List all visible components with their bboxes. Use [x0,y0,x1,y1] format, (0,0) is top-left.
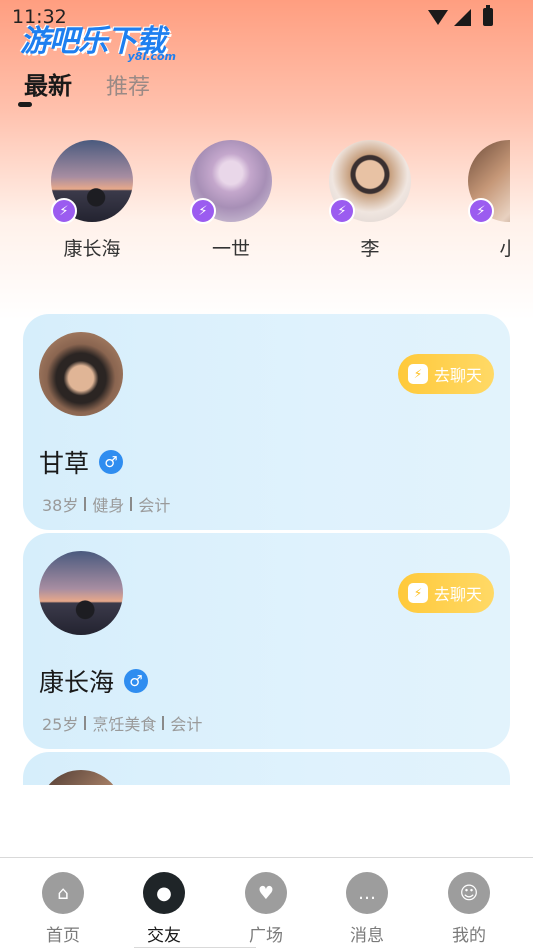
story-item[interactable]: ⚡ 一世 [181,140,281,261]
person-icon: ☺ [448,872,490,914]
nav-label: 我的 [452,926,486,946]
user-age: 38岁 [42,496,79,515]
chat-lightning-icon: ⚡ [407,364,428,384]
lightning-badge-icon: ⚡ [190,198,216,224]
tab-latest[interactable]: 最新 [24,66,72,101]
avatar: ⚡ [190,140,272,224]
user-name: 康长海 [39,668,115,697]
avatar[interactable] [39,770,123,785]
male-icon: ♂ [124,669,149,693]
lightning-badge-icon: ⚡ [329,198,355,224]
male-icon: ♂ [99,450,124,474]
user-name: 甘草 [39,449,90,478]
nav-label: 首页 [46,926,80,946]
watermark-logo: 游吧乐下载 y8l.com [20,16,190,66]
nav-profile[interactable]: ☺ 我的 [429,872,509,946]
nav-home[interactable]: ⌂ 首页 [23,872,103,946]
user-job: 会计 [138,496,171,515]
user-age: 25岁 [42,715,79,734]
user-meta: 25岁 烹饪美食 会计 [42,711,202,735]
bottom-nav: ⌂ 首页 ● 交友 ♥ 广场 … 消息 ☺ 我的 [0,857,533,948]
story-name: 一世 [211,238,250,260]
go-chat-button[interactable]: ⚡ 去聊天 [397,573,494,613]
nav-friends[interactable]: ● 交友 [124,872,204,946]
location-pin-icon: ● [143,872,185,914]
go-chat-button[interactable]: ⚡ 去聊天 [397,354,494,394]
go-chat-label: 去聊天 [433,366,482,385]
story-item[interactable]: ⚡ 小 [459,140,510,261]
nav-messages[interactable]: … 消息 [327,872,407,946]
story-name: 康长海 [63,238,121,260]
avatar[interactable] [39,332,123,416]
user-list[interactable]: ⚡ 去聊天 甘草 ♂ 38岁 健身 会计 ⚡ 去聊天 康长海 ♂ 25岁 烹饪美… [0,312,533,785]
avatar: ⚡ [468,140,510,224]
heart-icon: ♥ [245,872,287,914]
user-card[interactable]: ⚡ 去聊天 康长海 ♂ 25岁 烹饪美食 会计 [23,533,510,749]
battery-icon [483,5,493,26]
divider [162,716,165,730]
stories-strip[interactable]: ⚡ 康长海 ⚡ 一世 ⚡ 李 ⚡ 小 [0,140,510,270]
chat-bubble-icon: … [346,872,388,914]
story-item[interactable]: ⚡ 李 [320,140,420,261]
lightning-badge-icon: ⚡ [468,198,494,224]
user-hobby: 健身 [92,496,125,515]
story-item[interactable]: ⚡ 康长海 [42,140,142,261]
divider [84,716,87,730]
avatar: ⚡ [329,140,411,224]
nav-label: 广场 [249,926,283,946]
name-row: 康长海 ♂ [39,663,149,699]
home-icon: ⌂ [42,872,84,914]
nav-square[interactable]: ♥ 广场 [226,872,306,946]
divider [84,497,87,511]
go-chat-label: 去聊天 [433,585,482,604]
story-name: 李 [360,238,380,260]
avatar: ⚡ [51,140,133,224]
user-hobby: 烹饪美食 [92,715,157,734]
user-card[interactable] [23,752,510,785]
user-job: 会计 [170,715,203,734]
top-tabs: 最新 推荐 [24,66,150,101]
tab-recommended[interactable]: 推荐 [106,69,150,101]
name-row: 甘草 ♂ [39,444,124,480]
signal-icon [454,8,471,26]
lightning-badge-icon: ⚡ [51,198,77,224]
nav-label: 交友 [147,926,181,946]
wifi-icon [428,9,448,25]
status-icons [428,5,493,26]
story-name: 小 [499,238,510,260]
nav-label: 消息 [350,926,384,946]
user-card[interactable]: ⚡ 去聊天 甘草 ♂ 38岁 健身 会计 [23,314,510,530]
divider [130,497,133,511]
watermark-domain: y8l.com [127,50,176,63]
active-tab-indicator [18,102,32,107]
user-meta: 38岁 健身 会计 [42,492,170,516]
avatar[interactable] [39,551,123,635]
chat-lightning-icon: ⚡ [407,583,428,603]
